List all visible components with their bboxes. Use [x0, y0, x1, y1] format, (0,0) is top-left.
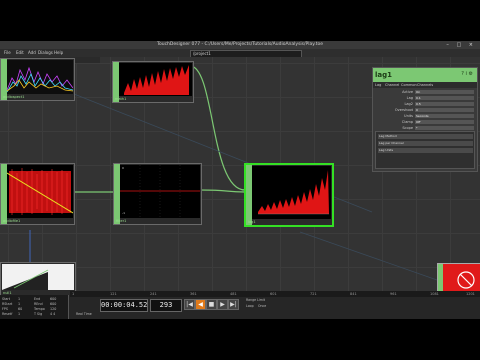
- ruler-tick: 1: [72, 292, 75, 296]
- node-lag-selected[interactable]: lag1: [244, 163, 334, 227]
- range-option-once[interactable]: Once: [258, 304, 266, 308]
- letterbox-bottom: [0, 319, 480, 360]
- info-value[interactable]: 4 4: [50, 312, 55, 316]
- parameter-panel[interactable]: lag1 ? i ⚙ Lag Channel Common Channels A…: [372, 67, 478, 172]
- lag-graph: [252, 166, 331, 219]
- node-label: filter1: [116, 219, 127, 223]
- ruler-tick: 841: [350, 292, 357, 296]
- info-label: RStart: [2, 302, 13, 306]
- step-back-button[interactable]: ◀: [195, 299, 206, 310]
- info-label: REnd: [34, 302, 43, 306]
- param-field[interactable]: 0.5: [415, 102, 474, 106]
- rewind-button[interactable]: |◀: [184, 299, 195, 310]
- node-viewer: [119, 63, 192, 96]
- node-audiofile[interactable]: audiofile1: [0, 163, 75, 225]
- info-label: End: [34, 297, 41, 301]
- node-viewer: [7, 165, 73, 218]
- timecode-display[interactable]: 00:00:04.52: [100, 299, 148, 312]
- param-field[interactable]: 0: [415, 108, 474, 112]
- tab-channels[interactable]: Channels: [417, 82, 433, 88]
- audio-waveform: [7, 165, 73, 218]
- node-viewer: 0 -1: [120, 165, 200, 218]
- tab-lag[interactable]: Lag: [375, 82, 381, 88]
- timeline-bar: [0, 295, 480, 319]
- node-label: audiospect1: [3, 95, 25, 99]
- spectrum-graph: [7, 60, 73, 94]
- node-label: audiofile1: [3, 219, 21, 223]
- info-label: Resetf: [2, 312, 13, 316]
- panel-header: lag1 ? i ⚙: [373, 68, 477, 82]
- node-viewer: [252, 166, 331, 219]
- param-field[interactable]: Seconds: [415, 114, 474, 118]
- ruler-tick: 1081: [430, 292, 439, 296]
- ruler-tick: 241: [150, 292, 157, 296]
- ruler-tick: 361: [190, 292, 197, 296]
- sub-row[interactable]: Lag Units: [378, 148, 473, 153]
- play-button[interactable]: ▶: [217, 299, 228, 310]
- render-preview: [2, 264, 74, 290]
- ruler-tick: 121: [110, 292, 117, 296]
- waveform-graph: [119, 63, 192, 96]
- info-value[interactable]: 600: [50, 302, 56, 306]
- scope-top-label: 0: [122, 166, 124, 170]
- info-value[interactable]: 60: [18, 307, 22, 311]
- info-value[interactable]: 120: [50, 307, 56, 311]
- tab-channel[interactable]: Channel: [385, 82, 399, 88]
- panel-subsection: Lag Method Lag per Channel Lag Units: [375, 131, 475, 169]
- ruler-tick: 601: [270, 292, 277, 296]
- scope-graph: [120, 165, 200, 218]
- node-filter[interactable]: 0 -1 filter1: [113, 163, 202, 225]
- info-value[interactable]: 1: [18, 297, 20, 301]
- time-info-panel: Start 1 End 600 RStart 1 REnd 600 FPS 60…: [0, 295, 69, 319]
- param-field[interactable]: Off: [415, 120, 474, 124]
- timeline-ruler[interactable]: 1 121 241 361 481 601 721 841 961 1081 1…: [70, 291, 480, 297]
- range-option-loop[interactable]: Loop: [246, 304, 254, 308]
- param-field[interactable]: On: [415, 90, 474, 94]
- node-math[interactable]: math1: [112, 61, 194, 103]
- ruler-tick: 481: [230, 292, 237, 296]
- param-field[interactable]: 0.1: [415, 96, 474, 100]
- ruler-tick: 1201: [466, 292, 475, 296]
- info-label: T Sig: [34, 312, 43, 316]
- info-label: Tempo: [34, 307, 45, 311]
- panel-op-name[interactable]: lag1: [375, 68, 392, 82]
- node-label: math1: [115, 97, 127, 101]
- ruler-tick: 961: [390, 292, 397, 296]
- panel-tabs: Lag Channel Common Channels: [373, 82, 477, 88]
- sub-row[interactable]: Lag Method: [378, 134, 473, 139]
- sub-row[interactable]: Lag per Channel: [378, 141, 473, 146]
- tab-common[interactable]: Common: [401, 82, 417, 88]
- node-viewer: [7, 60, 73, 94]
- node-label: lag1: [248, 220, 256, 224]
- node-null[interactable]: null1: [0, 262, 76, 297]
- range-limit-label: Range Limit: [246, 298, 266, 302]
- node-audiospect[interactable]: audiospect1: [0, 58, 75, 101]
- info-label: Start: [2, 297, 11, 301]
- realtime-label[interactable]: Real Time: [76, 312, 92, 316]
- node-viewer: [2, 264, 74, 290]
- param-field[interactable]: *: [415, 126, 474, 130]
- end-button[interactable]: ▶|: [228, 299, 239, 310]
- scope-bottom-label: -1: [122, 211, 125, 215]
- info-value[interactable]: 1: [18, 312, 20, 316]
- info-value[interactable]: 600: [50, 297, 56, 301]
- panel-header-icons[interactable]: ? i ⚙: [461, 71, 473, 77]
- stop-button[interactable]: ■: [206, 299, 217, 310]
- frame-display[interactable]: 293: [150, 299, 182, 312]
- info-label: FPS: [2, 307, 8, 311]
- ruler-tick: 721: [310, 292, 317, 296]
- info-value[interactable]: 1: [18, 302, 20, 306]
